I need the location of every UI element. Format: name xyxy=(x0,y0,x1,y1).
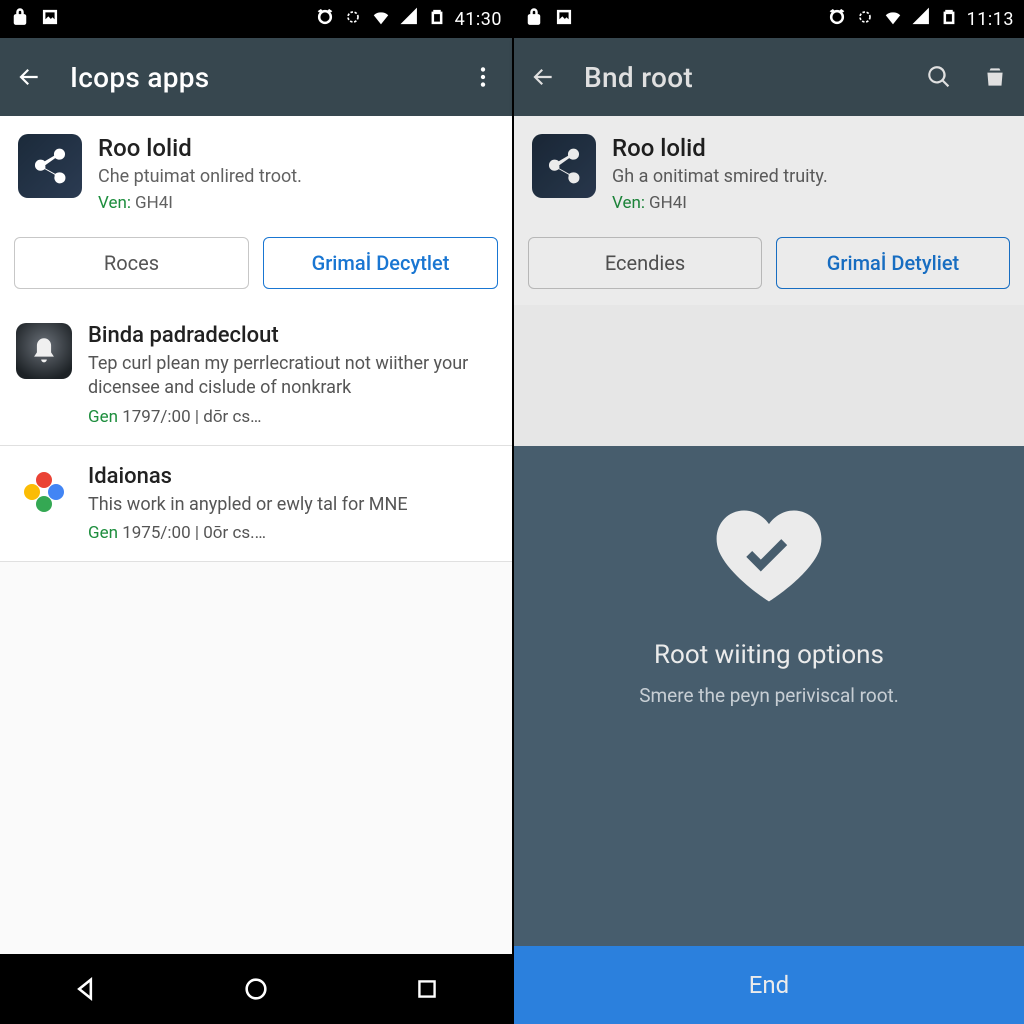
app-icon xyxy=(18,134,82,198)
status-bar: 41:30 xyxy=(0,0,512,38)
bucket-button[interactable] xyxy=(980,62,1010,92)
alarm-icon xyxy=(315,7,335,32)
tab-ecendies[interactable]: Ecendies xyxy=(528,237,762,289)
end-button[interactable]: End xyxy=(514,946,1024,1024)
tab-row: Roces Grimaİ Decytlet xyxy=(0,227,512,305)
content: Roo lolid Gh a onitimat smired truity. V… xyxy=(514,116,1024,1024)
battery-icon xyxy=(939,7,959,32)
item-meta: Gen 1797/:00 | dōr cs… xyxy=(88,407,496,427)
signal-icon xyxy=(399,7,419,32)
tab-row: Ecendies Grimaİ Detyliet xyxy=(514,227,1024,305)
list-item[interactable]: Binda padradeclout Tep curl plean my per… xyxy=(0,305,512,446)
app-bar: Icops apps xyxy=(0,38,512,116)
nav-recents-button[interactable] xyxy=(382,966,472,1012)
appbar-title: Bnd root xyxy=(584,61,898,94)
app-header-card: Roo lolid Gh a onitimat smired truity. V… xyxy=(514,116,1024,227)
search-button[interactable] xyxy=(924,62,954,92)
signal-icon xyxy=(911,7,931,32)
overflow-menu-button[interactable] xyxy=(468,62,498,92)
app-name: Roo lolid xyxy=(612,134,1006,162)
app-icon-small xyxy=(16,323,72,379)
app-header-card: Roo lolid Che ptuimat onlired troot. Ven… xyxy=(0,116,512,227)
tab-grimal[interactable]: Grimaİ Detyliet xyxy=(776,237,1010,289)
app-icon xyxy=(532,134,596,198)
ring-icon xyxy=(343,7,363,32)
app-version: Ven:GH4I xyxy=(98,193,494,213)
app-icon-small xyxy=(16,464,72,520)
app-description: Gh a onitimat smired truity. xyxy=(612,166,1006,187)
item-title: Binda padradeclout xyxy=(88,323,496,348)
item-description: Tep curl plean my perrlecratiout not wii… xyxy=(88,352,496,401)
status-clock: 41:30 xyxy=(455,9,502,30)
app-version: Ven:GH4I xyxy=(612,193,1006,213)
lock-icon xyxy=(10,7,30,32)
overlay-title: Root wiiting options xyxy=(654,640,884,670)
list-item[interactable]: Idaionas This work in anypled or ewly ta… xyxy=(0,446,512,562)
status-clock: 11:13 xyxy=(967,9,1014,30)
wifi-icon xyxy=(883,7,903,32)
heart-check-icon xyxy=(714,506,824,606)
back-button[interactable] xyxy=(14,62,44,92)
ring-icon xyxy=(855,7,875,32)
alarm-icon xyxy=(827,7,847,32)
nav-back-button[interactable] xyxy=(40,966,130,1012)
nav-home-button[interactable] xyxy=(211,966,301,1012)
overlay-subtitle: Smere the peyn periviscal root. xyxy=(639,684,899,707)
overlay-panel: Root wiiting options Smere the peyn peri… xyxy=(514,446,1024,1024)
wifi-icon xyxy=(371,7,391,32)
item-description: This work in anypled or ewly tal for MNE xyxy=(88,493,496,517)
phone-right: 11:13 Bnd root Roo lolid Gh a onitimat s… xyxy=(512,0,1024,1024)
tab-roces[interactable]: Roces xyxy=(14,237,249,289)
app-bar: Bnd root xyxy=(514,38,1024,116)
content: Roo lolid Che ptuimat onlired troot. Ven… xyxy=(0,116,512,954)
item-title: Idaionas xyxy=(88,464,496,489)
back-button[interactable] xyxy=(528,62,558,92)
app-name: Roo lolid xyxy=(98,134,494,162)
battery-icon xyxy=(427,7,447,32)
appbar-title: Icops apps xyxy=(70,61,442,94)
nav-bar xyxy=(0,954,512,1024)
google-dots-icon xyxy=(24,472,64,512)
tab-grimal[interactable]: Grimaİ Decytlet xyxy=(263,237,498,289)
image-icon xyxy=(40,7,60,32)
phone-left: 41:30 Icops apps Roo lolid Che ptuimat o… xyxy=(0,0,512,1024)
lock-icon xyxy=(524,7,544,32)
status-bar: 11:13 xyxy=(514,0,1024,38)
item-meta: Gen 1975/:00 | 0ōr cs.… xyxy=(88,523,496,543)
app-description: Che ptuimat onlired troot. xyxy=(98,166,494,187)
image-icon xyxy=(554,7,574,32)
